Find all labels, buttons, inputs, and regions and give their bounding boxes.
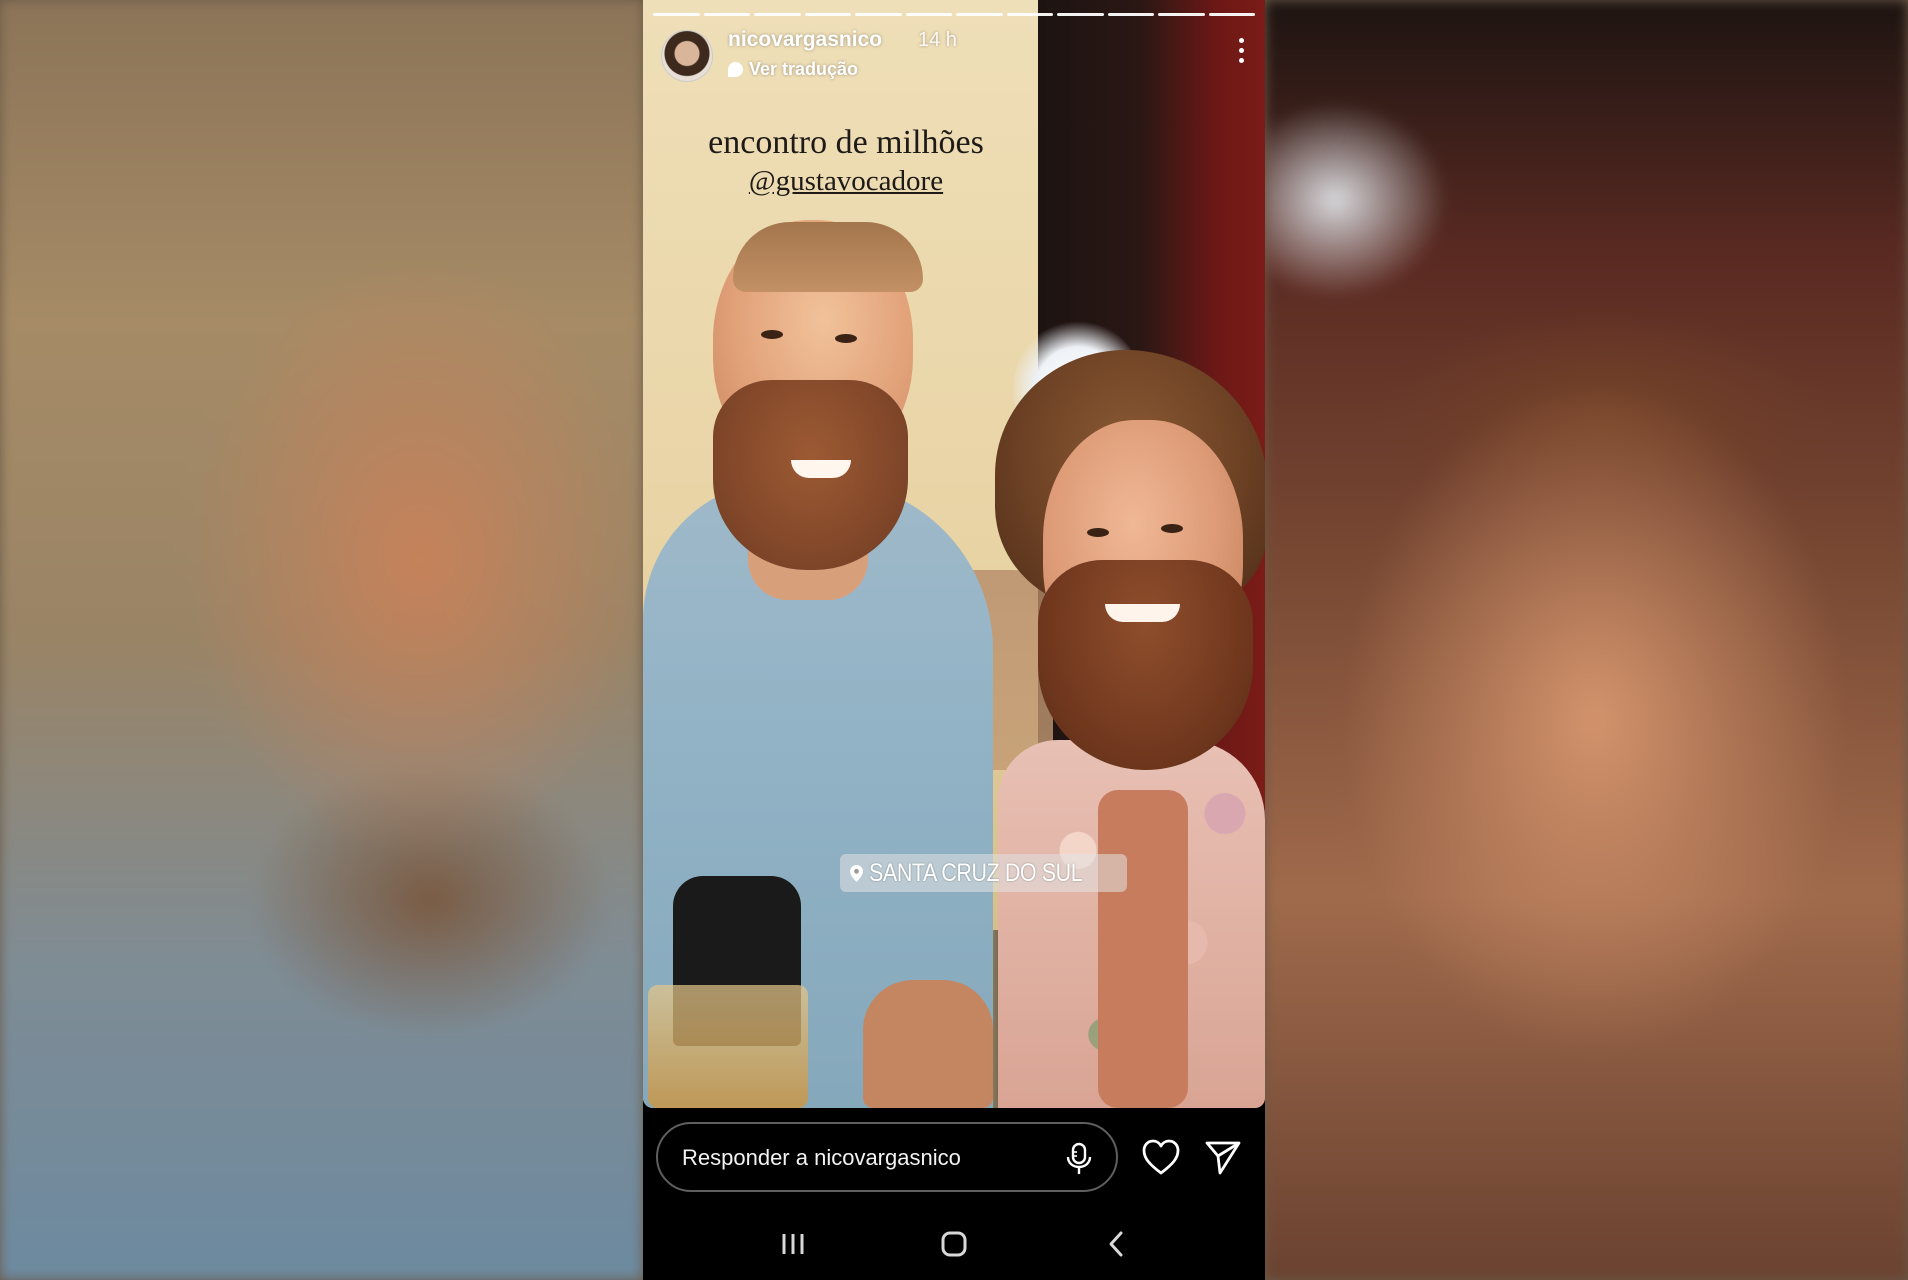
progress-segment <box>956 13 1003 16</box>
progress-segment <box>1057 13 1104 16</box>
person-right-beard <box>1038 560 1253 770</box>
microphone-icon[interactable] <box>1064 1142 1094 1176</box>
person-right-smile <box>1105 604 1180 622</box>
story-progress-bar <box>653 13 1255 16</box>
mention-sticker[interactable]: @gustavocadore <box>643 165 1049 198</box>
location-sticker[interactable]: SANTA CRUZ DO SUL <box>840 854 1128 892</box>
story-username[interactable]: nicovargasnico <box>728 28 882 52</box>
translate-link[interactable]: Ver tradução <box>728 59 858 80</box>
location-pin-icon <box>850 864 863 882</box>
blurred-background-left <box>0 0 643 1280</box>
person-right-eye <box>1161 524 1183 533</box>
phone-screen: nicovargasnico 14 h Ver tradução encontr… <box>643 0 1265 1280</box>
progress-segment <box>703 13 750 16</box>
location-label: SANTA CRUZ DO SUL <box>869 858 1083 887</box>
heart-icon[interactable] <box>1141 1138 1181 1176</box>
reply-input[interactable] <box>680 1124 1044 1192</box>
person-left-hair <box>733 222 923 292</box>
android-navigation-bar <box>643 1210 1265 1280</box>
blurred-background-right <box>1265 0 1908 1280</box>
progress-segment <box>754 13 801 16</box>
home-icon[interactable] <box>934 1224 974 1264</box>
photo-glass <box>648 985 808 1108</box>
progress-segment <box>905 13 952 16</box>
person-right-chest <box>1098 790 1188 1108</box>
story-photo[interactable]: nicovargasnico 14 h Ver tradução encontr… <box>643 0 1265 1108</box>
send-icon[interactable] <box>1203 1138 1243 1176</box>
photo-hand <box>863 980 993 1108</box>
progress-segment <box>1006 13 1053 16</box>
person-left-eye <box>835 334 857 343</box>
progress-segment <box>855 13 902 16</box>
story-header: nicovargasnico 14 h Ver tradução <box>661 28 1251 84</box>
story-caption: encontro de milhões <box>708 124 984 161</box>
reply-bar <box>656 1122 1118 1192</box>
person-left-smile <box>791 460 851 478</box>
person-right-eye <box>1087 528 1109 537</box>
recents-icon[interactable] <box>773 1224 813 1264</box>
progress-segment <box>1208 13 1255 16</box>
person-left-eye <box>761 330 783 339</box>
translate-label: Ver tradução <box>749 59 859 79</box>
progress-segment <box>1158 13 1205 16</box>
avatar[interactable] <box>661 30 713 82</box>
story-timestamp: 14 h <box>918 29 957 51</box>
progress-segment <box>804 13 851 16</box>
back-icon[interactable] <box>1096 1224 1136 1264</box>
more-vertical-icon[interactable] <box>1231 38 1251 68</box>
progress-segment <box>1107 13 1154 16</box>
translate-icon <box>728 62 743 77</box>
progress-segment <box>653 13 700 16</box>
